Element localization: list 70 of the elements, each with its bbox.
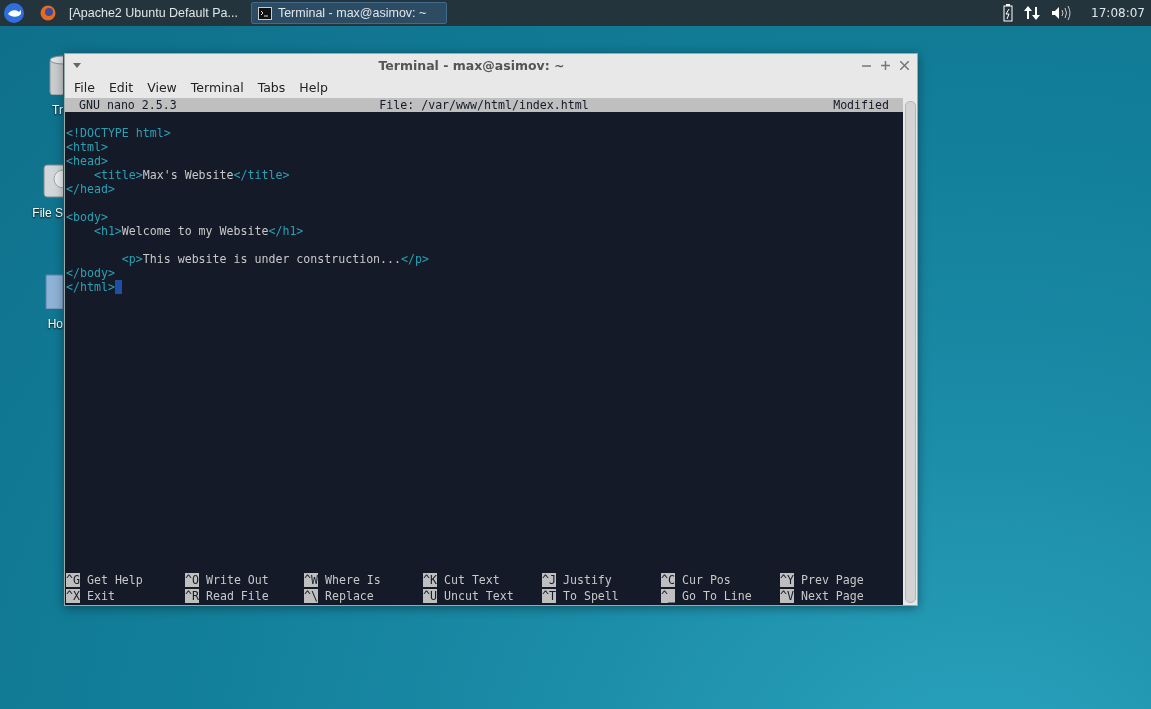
html-tag: </p>: [401, 252, 429, 266]
shortcut-key: ^G: [66, 573, 80, 587]
shortcut-label: Cut Text: [443, 573, 500, 587]
shortcut-key: ^Y: [780, 573, 794, 587]
window-title: Terminal - max@asimov: ~: [377, 57, 566, 73]
battery-icon[interactable]: [1003, 4, 1014, 22]
html-tag: <!DOCTYPE html>: [66, 126, 171, 140]
html-tag: <html>: [66, 140, 108, 154]
shortcut-key: ^O: [185, 573, 199, 587]
terminal-icon: [257, 6, 272, 20]
shortcut-key: ^T: [542, 589, 556, 603]
html-tag: </head>: [66, 182, 115, 196]
shortcut-label: Justify: [562, 573, 612, 587]
html-tag: <h1>: [66, 224, 122, 238]
code-text: Welcome to my Website: [121, 224, 269, 238]
shortcut-label: Write Out: [205, 573, 269, 587]
shortcut-key: ^_: [661, 589, 675, 603]
shortcut-key: ^K: [423, 573, 437, 587]
shortcut-key: ^C: [661, 573, 675, 587]
html-tag: <p>: [66, 252, 143, 266]
html-tag: </html>: [66, 280, 115, 294]
html-tag: </h1>: [268, 224, 304, 238]
clock[interactable]: 17:08:07: [1091, 6, 1145, 20]
maximize-icon[interactable]: [881, 60, 890, 70]
shortcut-key: ^X: [66, 589, 80, 603]
code-text: This website is under construction...: [142, 252, 402, 266]
nano-version: GNU nano 2.5.3: [79, 98, 177, 112]
desktop-icon-label[interactable]: Tr: [52, 103, 63, 117]
file-name: File: /var/www/html/index.html: [379, 98, 589, 112]
shortcut-label: Go To Line: [681, 589, 752, 603]
shortcut-label: To Spell: [562, 589, 619, 603]
code-text: Max's Website: [142, 168, 234, 182]
desktop-icon-label[interactable]: Ho: [47, 317, 63, 331]
shortcut-label: Replace: [324, 589, 374, 603]
taskbar-button[interactable]: [Apache2 Ubuntu Default Pa...: [62, 2, 245, 24]
window-menu-icon[interactable]: [73, 62, 81, 68]
menu-item[interactable]: Edit: [101, 79, 141, 95]
shortcut-label: Where Is: [324, 573, 381, 587]
shortcut-label: Prev Page: [800, 573, 864, 587]
desktop-icon-label[interactable]: File S: [32, 206, 63, 220]
mouse-logo-icon[interactable]: [4, 3, 24, 23]
network-icon[interactable]: [1023, 5, 1042, 21]
html-tag: </body>: [66, 266, 115, 280]
shortcut-key: ^V: [780, 589, 794, 603]
shortcut-label: Uncut Text: [443, 589, 514, 603]
shortcut-label: Cur Pos: [681, 573, 731, 587]
html-tag: </title>: [233, 168, 290, 182]
shortcut-label: Get Help: [86, 573, 143, 587]
shortcut-key: ^\: [304, 589, 318, 603]
shortcut-key: ^R: [185, 589, 199, 603]
modified-status: Modified: [833, 98, 889, 112]
volume-icon[interactable]: [1051, 6, 1072, 20]
shortcut-label: Next Page: [800, 589, 864, 603]
menu-item[interactable]: View: [140, 79, 184, 95]
shortcut-label: Exit: [86, 589, 115, 603]
firefox-icon[interactable]: [40, 5, 56, 21]
shortcut-key: ^U: [423, 589, 437, 603]
menu-item[interactable]: File: [67, 79, 102, 95]
scrollbar-thumb[interactable]: [904, 101, 916, 603]
shortcut-key: ^J: [542, 573, 556, 587]
taskbar-button[interactable]: Terminal - max@asimov: ~: [250, 2, 447, 24]
html-tag: <head>: [66, 154, 108, 168]
html-tag: <title>: [66, 168, 143, 182]
close-icon[interactable]: [900, 60, 909, 70]
menu-item[interactable]: Help: [292, 79, 335, 95]
html-tag: <body>: [66, 210, 108, 224]
menu-item[interactable]: Tabs: [250, 79, 293, 95]
shortcut-key: ^W: [304, 573, 318, 587]
shortcut-label: Read File: [205, 589, 269, 603]
menu-item[interactable]: Terminal: [183, 79, 251, 95]
